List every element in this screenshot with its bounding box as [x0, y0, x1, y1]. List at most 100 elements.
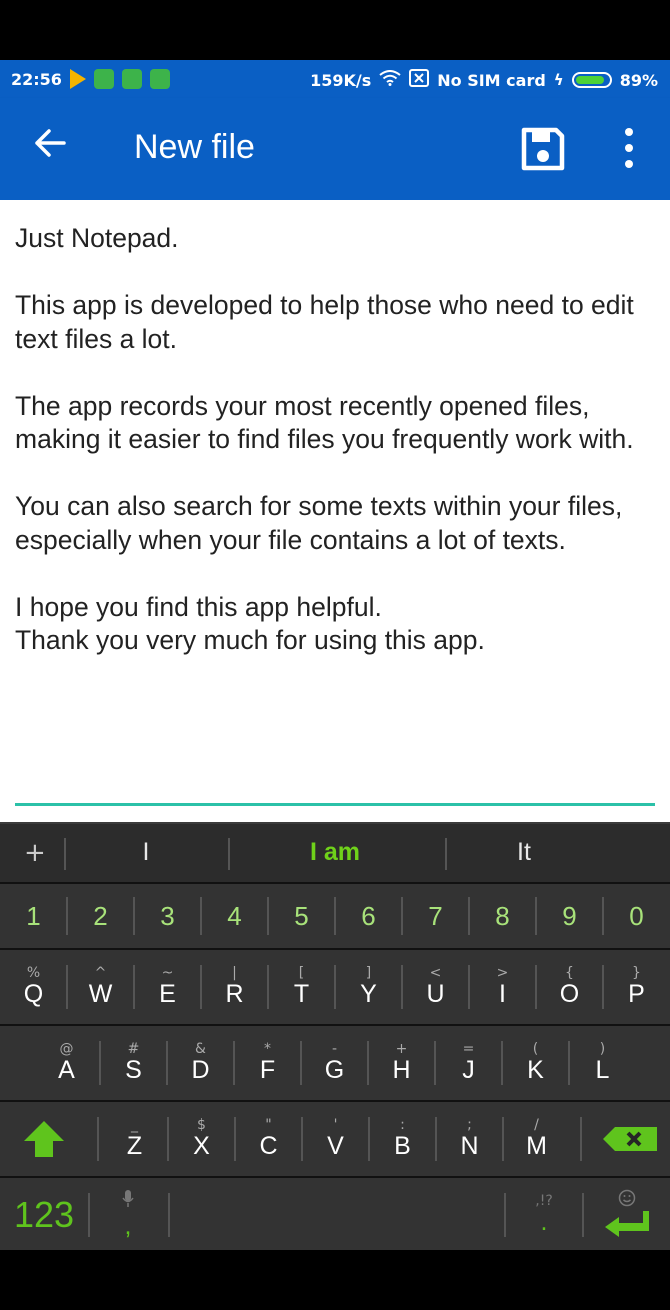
key-sub-label: '	[333, 1117, 338, 1133]
key-c[interactable]: " C	[235, 1102, 302, 1176]
enter-key[interactable]	[584, 1178, 670, 1252]
key-w[interactable]: ^ W	[67, 950, 134, 1024]
key-label: 5	[294, 901, 309, 931]
mode-switch-key[interactable]: 123	[0, 1178, 88, 1252]
key-k[interactable]: (K	[502, 1026, 569, 1100]
key-label: J	[462, 1056, 475, 1084]
key-sub-label: &	[195, 1041, 206, 1057]
key-sub-label: {	[565, 965, 574, 981]
text-field-underline	[15, 803, 655, 806]
floppy-disk-icon[interactable]	[520, 126, 566, 172]
battery-percent: 89%	[619, 70, 658, 90]
enter-arrow-icon	[605, 1211, 649, 1241]
key-sub-label: +	[395, 1041, 408, 1057]
key-label: R	[225, 980, 244, 1008]
space-key[interactable]	[170, 1178, 504, 1252]
key-z[interactable]: _ Z	[101, 1102, 168, 1176]
key-label: 9	[562, 901, 577, 931]
suggestion-left[interactable]: I	[143, 838, 150, 867]
shift-key[interactable]	[0, 1102, 88, 1176]
key-6[interactable]: 6	[335, 884, 402, 948]
key-h[interactable]: + H	[368, 1026, 435, 1100]
key-d[interactable]: & D	[167, 1026, 234, 1100]
key-v[interactable]: ' V	[302, 1102, 369, 1176]
comma-key[interactable]: ,	[90, 1178, 166, 1252]
key-label: Q	[23, 980, 44, 1008]
suggestion-center[interactable]: I am	[310, 838, 360, 867]
add-word-button[interactable]: +	[24, 838, 46, 868]
key-label: 8	[495, 901, 510, 931]
key-1[interactable]: 1	[0, 884, 67, 948]
key-4[interactable]: 4	[201, 884, 268, 948]
key-sub-label: $	[197, 1117, 206, 1133]
key-u[interactable]: < U	[402, 950, 469, 1024]
key-0[interactable]: 0	[603, 884, 670, 948]
key-i[interactable]: > I	[469, 950, 536, 1024]
key-label: B	[394, 1132, 411, 1160]
key-label: X	[193, 1132, 210, 1160]
play-store-icon	[69, 69, 86, 89]
key-s[interactable]: # S	[100, 1026, 167, 1100]
key-sub-label: ;	[467, 1117, 472, 1133]
key-label: 4	[227, 901, 242, 931]
key-t[interactable]: [T	[268, 950, 335, 1024]
key-label: L	[595, 1056, 610, 1084]
key-5[interactable]: 5	[268, 884, 335, 948]
key-sub-label: _	[131, 1117, 138, 1133]
key-label: O	[559, 980, 580, 1008]
key-sub-label: }	[632, 965, 641, 981]
key-l[interactable]: ) L	[569, 1026, 636, 1100]
key-sub-label: %	[26, 965, 41, 981]
key-q[interactable]: % Q	[0, 950, 67, 1024]
arrow-left-icon[interactable]	[34, 128, 66, 164]
key-n[interactable]: ; N	[436, 1102, 503, 1176]
key-8[interactable]: 8	[469, 884, 536, 948]
key-label: T	[293, 980, 310, 1008]
key-label: Y	[360, 980, 377, 1008]
key-sub-label: )	[599, 1041, 606, 1057]
note-text-field[interactable]: Just Notepad. This app is developed to h…	[15, 222, 655, 658]
key-label: C	[259, 1132, 278, 1160]
key-label: 2	[93, 901, 108, 931]
key-g[interactable]: -G	[301, 1026, 368, 1100]
key-label: 7	[428, 901, 443, 931]
suggestion-right[interactable]: It	[517, 838, 531, 867]
key-label: Z	[126, 1132, 143, 1160]
key-7[interactable]: 7	[402, 884, 469, 948]
key-x[interactable]: $ X	[168, 1102, 235, 1176]
key-9[interactable]: 9	[536, 884, 603, 948]
key-label: I	[499, 980, 506, 1008]
on-screen-keyboard: + I I am It 1234567890 % Q ^ W ~ E | R[T] Y < U > I{…	[0, 822, 670, 1252]
key-sub-label: :	[400, 1117, 405, 1133]
key-sub-label: @	[59, 1041, 74, 1057]
key-2[interactable]: 2	[67, 884, 134, 948]
wifi-icon	[379, 70, 401, 90]
more-vert-icon[interactable]	[614, 128, 644, 168]
android-app-icon	[121, 69, 142, 89]
app-bar: New file	[0, 98, 670, 200]
key-sub-label: /	[534, 1117, 539, 1133]
period-key[interactable]: ,!? .	[506, 1178, 582, 1252]
key-o[interactable]: {O	[536, 950, 603, 1024]
key-label: F	[259, 1056, 276, 1084]
editor-area: Just Notepad. This app is developed to h…	[0, 200, 670, 822]
status-bar: 22:56 159K/s No SIM card ϟ 89%	[0, 60, 670, 98]
key-p[interactable]: } P	[603, 950, 670, 1024]
suggestion-bar: + I I am It	[0, 822, 670, 884]
key-r[interactable]: | R	[201, 950, 268, 1024]
key-m[interactable]: / M	[503, 1102, 570, 1176]
key-j[interactable]: = J	[435, 1026, 502, 1100]
key-sub-label: (	[532, 1041, 539, 1057]
key-b[interactable]: :B	[369, 1102, 436, 1176]
key-sub-label: |	[232, 965, 237, 981]
key-e[interactable]: ~ E	[134, 950, 201, 1024]
key-sub-label: ^	[94, 965, 107, 981]
key-label: E	[159, 980, 176, 1008]
key-3[interactable]: 3	[134, 884, 201, 948]
keyboard-row-qwerty: % Q ^ W ~ E | R[T] Y < U > I{O} P	[0, 948, 670, 1024]
backspace-key[interactable]	[590, 1102, 670, 1176]
key-a[interactable]: @ A	[33, 1026, 100, 1100]
key-f[interactable]: * F	[234, 1026, 301, 1100]
battery-icon	[571, 72, 612, 88]
key-y[interactable]: ] Y	[335, 950, 402, 1024]
